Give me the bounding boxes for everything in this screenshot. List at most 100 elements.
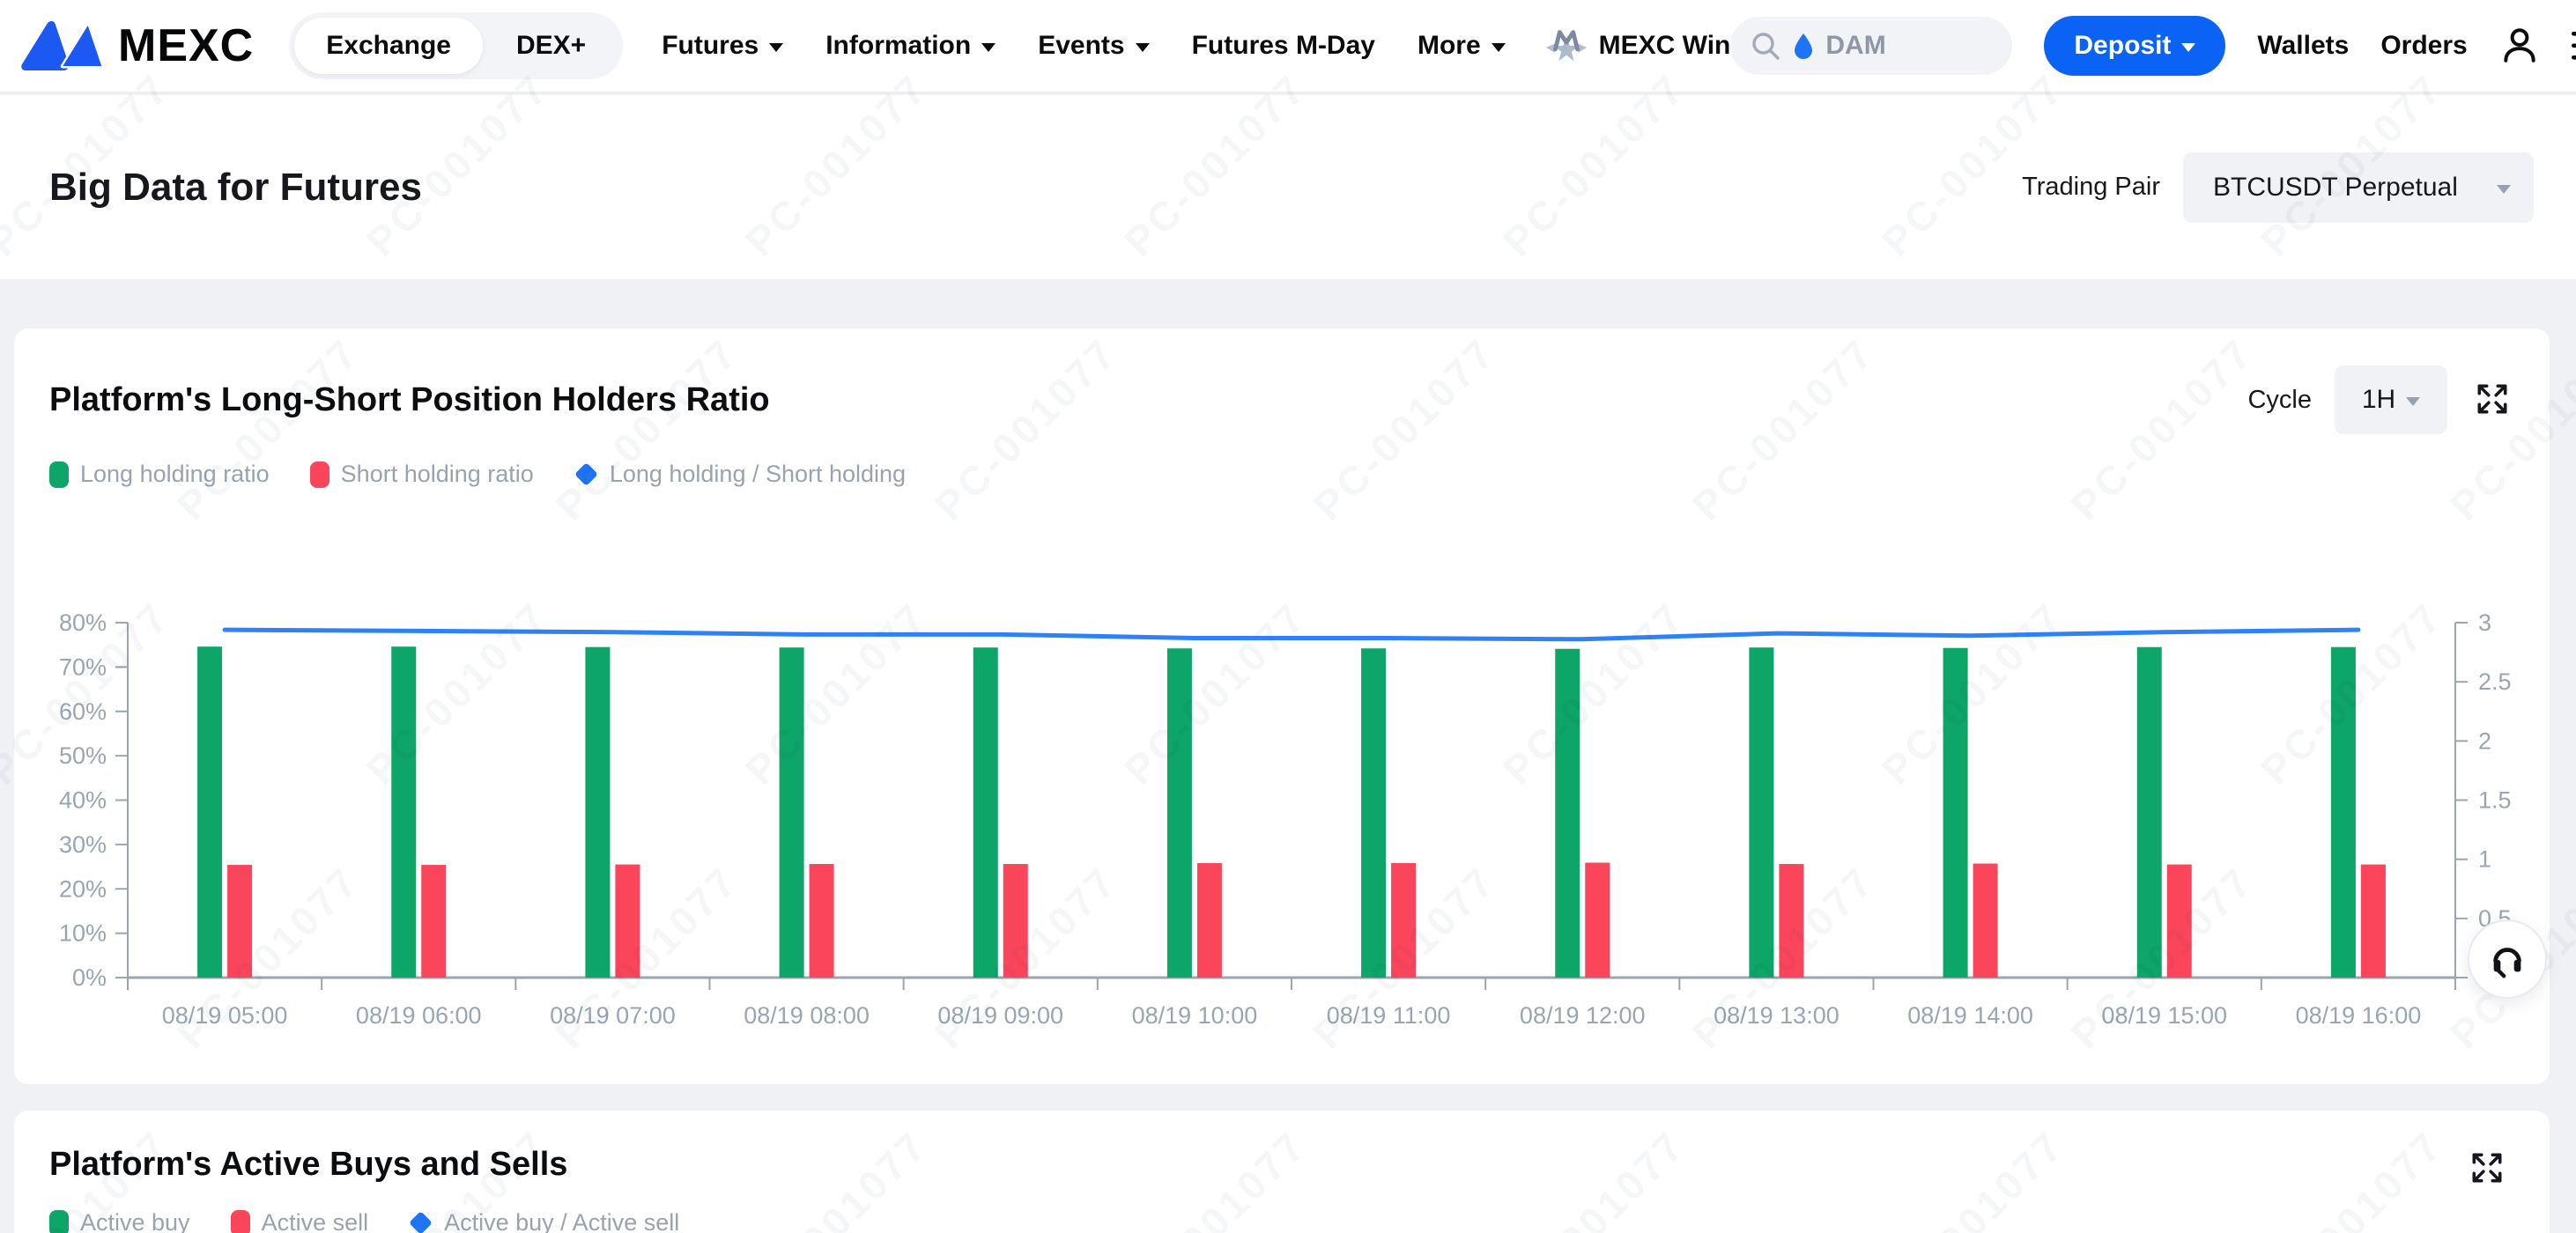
top-navbar: MEXC Exchange DEX+ Futures Information E… [0,0,2576,93]
short-bar[interactable] [1779,864,1803,978]
trading-pair-group: Trading Pair BTCUSDT Perpetual [2022,152,2534,223]
cycle-group: Cycle 1H [2247,365,2514,434]
dex-tab[interactable]: DEX+ [485,18,618,74]
nav-item-information[interactable]: Information [825,31,996,61]
page-title: Big Data for Futures [49,166,422,210]
legend-label: Active sell [262,1209,369,1233]
left-tick-label: 10% [59,920,107,947]
exchange-tab[interactable]: Exchange [294,18,483,74]
long-bar[interactable] [1943,648,1968,978]
long-bar[interactable] [2331,647,2356,978]
short-bar[interactable] [421,865,446,978]
brand-text: MEXC [118,19,254,72]
long-bar[interactable] [1555,649,1580,978]
legend-item[interactable]: Active buy / Active sell [409,1209,679,1233]
active-buys-sells-card: Platform's Active Buys and Sells Active … [14,1111,2550,1233]
right-tick-label: 3 [2478,609,2491,636]
x-tick-label: 08/19 10:00 [1132,1002,1258,1029]
short-bar[interactable] [227,865,252,978]
nav-item-events[interactable]: Events [1038,31,1149,61]
mexc-logo[interactable]: MEXC [21,18,254,74]
x-tick-label: 08/19 05:00 [162,1002,288,1029]
legend-swatch [409,1211,433,1233]
support-fab[interactable] [2468,919,2547,999]
exchange-dex-toggle: Exchange DEX+ [289,12,623,79]
account-button[interactable] [2499,26,2540,66]
legend-swatch [231,1210,250,1233]
nav-item-futures[interactable]: Futures [662,31,783,61]
short-bar[interactable] [1585,863,1610,978]
orders-link[interactable]: Orders [2380,31,2467,61]
x-tick-label: 08/19 09:00 [937,1002,1063,1029]
deposit-button[interactable]: Deposit [2044,16,2225,76]
x-tick-label: 08/19 15:00 [2101,1002,2227,1029]
legend-label: Short holding ratio [341,461,534,488]
short-bar[interactable] [810,864,834,978]
ratio-line[interactable] [225,630,2358,639]
left-tick-label: 70% [59,653,107,680]
x-tick-label: 08/19 08:00 [744,1002,870,1029]
legend-item[interactable]: Long holding ratio [49,461,270,488]
chevron-down-icon [1492,43,1506,52]
left-tick-label: 30% [59,831,107,858]
legend-swatch [310,461,329,488]
legend-swatch [574,462,598,486]
page-header: Big Data for Futures Trading Pair BTCUSD… [0,95,2576,279]
token-droplet-icon [1790,32,1817,60]
short-bar[interactable] [2167,865,2192,978]
headset-icon [2487,939,2528,979]
mexc-win-link[interactable]: MEXC Win [1544,25,1731,67]
ratio-legend: Long holding ratio Short holding ratio Lon… [49,461,906,488]
legend-item[interactable]: Active buy [49,1209,190,1233]
ratio-card-title: Platform's Long-Short Position Holders R… [49,381,770,419]
main-menu: Futures Information Events Futures M-Day… [662,31,1505,61]
short-bar[interactable] [1973,864,1998,978]
left-tick-label: 40% [59,787,107,814]
long-bar[interactable] [391,646,416,978]
trading-pair-value: BTCUSDT Perpetual [2213,173,2486,203]
ratio-chart[interactable]: 0%10%20%30%40%50%60%70%80%00.511.522.530… [14,593,2550,1059]
search-bar[interactable] [1730,17,2012,75]
legend-label: Active buy / Active sell [444,1209,679,1233]
wallets-link[interactable]: Wallets [2257,31,2349,61]
long-bar[interactable] [1749,647,1773,978]
hamburger-menu-button[interactable] [2572,31,2576,61]
right-tick-label: 2 [2478,727,2491,754]
buys-card-title: Platform's Active Buys and Sells [49,1146,567,1184]
legend-item[interactable]: Short holding ratio [310,461,534,488]
trading-pair-select[interactable]: BTCUSDT Perpetual [2183,152,2534,223]
short-bar[interactable] [1391,863,1416,978]
hamburger-icon [2572,31,2576,61]
right-tick-label: 1.5 [2478,787,2512,814]
nav-item-futures-mday[interactable]: Futures M-Day [1192,31,1375,61]
long-bar[interactable] [585,647,610,978]
mexc-logo-icon [21,18,113,74]
short-bar[interactable] [615,865,640,978]
long-bar[interactable] [1361,648,1386,978]
long-bar[interactable] [973,647,998,978]
long-bar[interactable] [1167,648,1192,978]
legend-item[interactable]: Long holding / Short holding [574,461,906,488]
left-tick-label: 20% [59,875,107,902]
long-bar[interactable] [2137,647,2162,978]
nav-item-more[interactable]: More [1418,31,1506,61]
short-bar[interactable] [1003,864,1028,978]
fullscreen-button[interactable] [2470,377,2514,424]
long-bar[interactable] [197,646,222,978]
right-tick-label: 2.5 [2478,668,2512,695]
cycle-select[interactable]: 1H [2335,365,2447,434]
long-bar[interactable] [780,647,804,978]
x-tick-label: 08/19 11:00 [1327,1002,1451,1029]
search-input[interactable] [1825,31,1958,61]
legend-item[interactable]: Active sell [231,1209,369,1233]
expand-icon [2474,380,2511,417]
navbar-right: Deposit Wallets Orders [1730,16,2576,76]
short-bar[interactable] [2361,865,2386,978]
fullscreen-button[interactable] [2465,1146,2509,1192]
x-tick-label: 08/19 14:00 [1907,1002,2033,1029]
search-icon [1750,30,1781,62]
legend-swatch [49,461,69,488]
buys-legend: Active buy Active sell Active buy / Active… [49,1209,679,1233]
short-bar[interactable] [1197,863,1222,978]
legend-label: Active buy [80,1209,190,1233]
